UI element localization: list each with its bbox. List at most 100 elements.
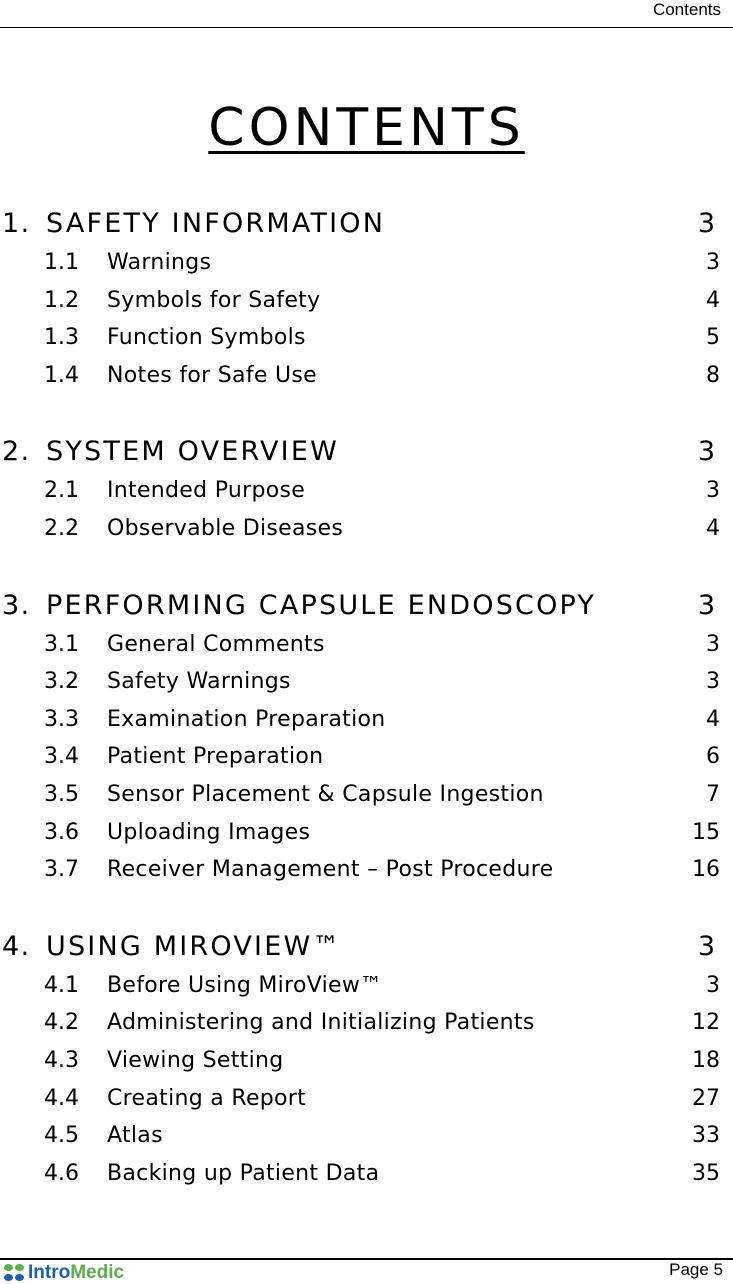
subsection-title: Atlas — [107, 1123, 163, 1149]
subsection-title: Patient Preparation — [107, 744, 324, 770]
subsection-number: 3.3 — [44, 706, 79, 732]
running-header: Contents — [652, 0, 721, 19]
subsection-title: Symbols for Safety — [107, 287, 321, 313]
toc-section-entry[interactable]: 2. SYSTEM OVERVIEW 3 — [0, 436, 733, 474]
page-title-wrap: CONTENTS — [0, 98, 733, 158]
toc-section-entry[interactable]: 1. SAFETY INFORMATION 3 — [0, 208, 733, 246]
subsection-title: Sensor Placement & Capsule Ingestion — [107, 781, 544, 807]
toc-subsection-entry[interactable]: 1.2 Symbols for Safety 4 — [0, 284, 733, 322]
subsection-page: 6 — [706, 744, 720, 770]
subsection-title: Intended Purpose — [107, 478, 306, 504]
subsection-page: 16 — [692, 857, 720, 883]
toc-subsection-entry[interactable]: 1.4 Notes for Safe Use 8 — [0, 359, 733, 397]
subsection-page: 33 — [692, 1123, 720, 1149]
subsection-number: 3.1 — [44, 631, 79, 657]
toc-subsection-entry[interactable]: 1.3 Function Symbols 5 — [0, 321, 733, 359]
toc-subsection-entry[interactable]: 4.1 Before Using MiroView™ 3 — [0, 969, 733, 1007]
toc-section-entry[interactable]: 4. USING MIROVIEW™ 3 — [0, 931, 733, 969]
section-title: USING MIROVIEW™ — [46, 930, 342, 962]
subsection-title: Examination Preparation — [107, 706, 386, 732]
subsection-number: 4.4 — [44, 1085, 79, 1111]
header-rule — [0, 27, 733, 28]
toc-subsection-entry[interactable]: 4.2 Administering and Initializing Patien… — [0, 1006, 733, 1044]
footer-rule — [0, 1258, 733, 1260]
toc-subsection-entry[interactable]: 3.7 Receiver Management – Post Procedure 1… — [0, 853, 733, 891]
toc-subsection-entry[interactable]: 4.3 Viewing Setting 18 — [0, 1044, 733, 1082]
subsection-number: 3.4 — [44, 744, 79, 770]
subsection-number: 1.2 — [44, 287, 79, 313]
subsection-title: Creating a Report — [107, 1085, 307, 1111]
page-title: CONTENTS — [208, 98, 525, 158]
subsection-page: 15 — [692, 819, 720, 845]
section-title: PERFORMING CAPSULE ENDOSCOPY — [46, 589, 597, 621]
toc-subsection-entry[interactable]: 3.1 General Comments 3 — [0, 628, 733, 666]
subsection-number: 1.3 — [44, 325, 79, 351]
toc-subsection-entry[interactable]: 3.4 Patient Preparation 6 — [0, 740, 733, 778]
subsection-page: 27 — [692, 1085, 720, 1111]
page-number: Page 5 — [669, 1260, 723, 1279]
subsection-number: 2.2 — [44, 515, 79, 541]
subsection-title: General Comments — [107, 631, 325, 657]
subsection-title: Receiver Management – Post Procedure — [107, 857, 554, 883]
subsection-title: Warnings — [107, 250, 212, 275]
subsection-title: Observable Diseases — [107, 515, 344, 541]
subsection-page: 12 — [692, 1010, 720, 1036]
subsection-number: 4.6 — [44, 1160, 79, 1186]
subsection-number: 4.1 — [44, 972, 79, 998]
toc-subsection-entry[interactable]: 2.2 Observable Diseases 4 — [0, 512, 733, 550]
subsection-number: 4.2 — [44, 1010, 79, 1036]
toc-subsection-entry[interactable]: 4.6 Backing up Patient Data 35 — [0, 1157, 733, 1195]
toc-subsection-entry[interactable]: 4.5 Atlas 33 — [0, 1119, 733, 1157]
intromedic-logo: Intro Medic — [4, 1262, 124, 1284]
subsection-number: 4.3 — [44, 1047, 79, 1073]
section-page: 3 — [697, 436, 715, 468]
subsection-page: 35 — [692, 1160, 720, 1186]
toc-subsection-entry[interactable]: 1.1 Warnings 3 — [0, 246, 733, 284]
subsection-number: 1.1 — [44, 250, 79, 275]
table-of-contents: 1. SAFETY INFORMATION 3 1.1 Warnings 3 1.2 Symb… — [0, 208, 733, 1194]
section-number: 1. — [2, 208, 31, 239]
logo-text-intro: Intro — [28, 1262, 71, 1283]
section-number: 2. — [2, 436, 31, 468]
subsection-title: Notes for Safe Use — [107, 362, 317, 388]
subsection-number: 4.5 — [44, 1123, 79, 1149]
toc-subsection-entry[interactable]: 4.4 Creating a Report 27 — [0, 1082, 733, 1120]
subsection-number: 1.4 — [44, 362, 79, 388]
subsection-title: Administering and Initializing Patients — [107, 1010, 535, 1036]
section-number: 4. — [2, 930, 31, 962]
section-title: SAFETY INFORMATION — [46, 208, 386, 239]
subsection-title: Viewing Setting — [107, 1047, 284, 1073]
subsection-page: 4 — [706, 706, 720, 732]
subsection-number: 3.7 — [44, 857, 79, 883]
subsection-page: 4 — [706, 287, 720, 313]
subsection-title: Backing up Patient Data — [107, 1160, 380, 1186]
subsection-page: 18 — [692, 1047, 720, 1073]
toc-section-entry[interactable]: 3. PERFORMING CAPSULE ENDOSCOPY 3 — [0, 590, 733, 628]
section-page: 3 — [697, 208, 715, 239]
toc-subsection-entry[interactable]: 3.2 Safety Warnings 3 — [0, 665, 733, 703]
subsection-title: Uploading Images — [107, 819, 311, 845]
logo-text-medic: Medic — [70, 1262, 125, 1283]
section-number: 3. — [2, 589, 31, 621]
section-page: 3 — [697, 930, 715, 962]
subsection-title: Safety Warnings — [107, 669, 291, 695]
section-title: SYSTEM OVERVIEW — [46, 436, 339, 468]
subsection-page: 4 — [706, 515, 720, 541]
toc-subsection-entry[interactable]: 3.3 Examination Preparation 4 — [0, 703, 733, 741]
toc-subsection-entry[interactable]: 2.1 Intended Purpose 3 — [0, 474, 733, 512]
subsection-page: 3 — [706, 478, 720, 504]
toc-subsection-entry[interactable]: 3.6 Uploading Images 15 — [0, 816, 733, 854]
logo-mark-icon — [4, 1264, 26, 1282]
toc-subsection-entry[interactable]: 3.5 Sensor Placement & Capsule Ingestion 7 — [0, 778, 733, 816]
subsection-number: 3.5 — [44, 781, 79, 807]
subsection-number: 3.6 — [44, 819, 79, 845]
subsection-page: 3 — [706, 972, 720, 998]
subsection-page: 3 — [706, 669, 720, 695]
subsection-number: 3.2 — [44, 669, 79, 695]
subsection-page: 3 — [706, 631, 720, 657]
subsection-number: 2.1 — [44, 478, 79, 504]
subsection-page: 7 — [706, 781, 720, 807]
